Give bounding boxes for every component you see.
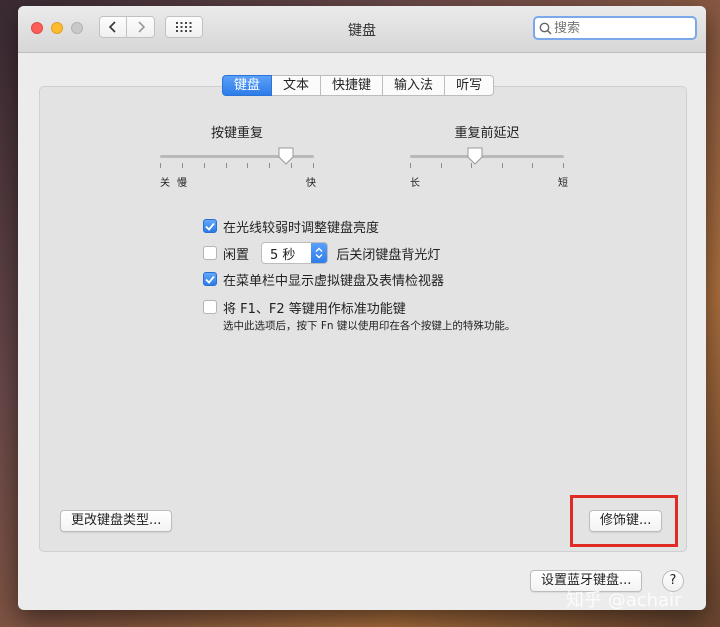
menubar-viewer-label: 在菜单栏中显示虚拟键盘及表情检视器	[223, 273, 445, 289]
search-field[interactable]	[533, 16, 697, 40]
repeat-delay-title: 重复前延迟	[454, 126, 520, 141]
tab-shortcuts[interactable]: 快捷键	[321, 75, 384, 96]
slider-tick	[313, 163, 314, 168]
repeat-delay-control: 重复前延迟 长 短	[410, 122, 580, 189]
slider-tick	[226, 163, 227, 168]
brightness-checkbox[interactable]	[203, 219, 217, 233]
slider-tick	[532, 163, 533, 168]
tab-text[interactable]: 文本	[272, 75, 322, 96]
keyboard-preferences-window: 键盘 键盘 文本 快捷键 输入法 听写 按键重复 关 慢 快 重复前延迟 长 短	[18, 6, 706, 610]
repeat-delay-short-label: 短	[558, 178, 568, 189]
idle-backlight-option: 闲置 5 秒 后关闭键盘背光灯	[203, 242, 441, 264]
repeat-delay-ticks	[410, 163, 564, 169]
key-repeat-slow-label: 慢	[177, 178, 187, 189]
function-keys-label: 将 F1、F2 等键用作标准功能键	[223, 301, 406, 317]
search-icon	[539, 22, 552, 35]
slider-tick	[160, 163, 161, 168]
menubar-viewer-option[interactable]: 在菜单栏中显示虚拟键盘及表情检视器	[203, 270, 445, 289]
function-keys-checkbox[interactable]	[203, 300, 217, 314]
slider-tick	[247, 163, 248, 168]
brightness-option[interactable]: 在光线较弱时调整键盘亮度	[203, 217, 380, 236]
change-keyboard-type-button[interactable]: 更改键盘类型...	[60, 510, 173, 532]
key-repeat-slider-thumb[interactable]	[278, 147, 294, 165]
tab-bar: 键盘 文本 快捷键 输入法 听写	[222, 75, 495, 97]
slider-tick	[410, 163, 411, 168]
slider-tick	[441, 163, 442, 168]
checkmark-icon	[205, 275, 215, 284]
function-keys-note: 选中此选项后，按下 Fn 键以使用印在各个按键上的特殊功能。	[223, 320, 516, 332]
key-repeat-off-label: 关	[160, 178, 170, 189]
key-repeat-fast-label: 快	[306, 178, 316, 189]
slider-thumb-icon	[467, 147, 483, 165]
idle-suffix-label: 后关闭键盘背光灯	[336, 247, 441, 263]
idle-duration-popup[interactable]: 5 秒	[261, 242, 329, 264]
updown-arrows-icon	[311, 243, 328, 263]
tab-dictation[interactable]: 听写	[445, 75, 495, 96]
checkmark-icon	[205, 222, 215, 231]
idle-label: 闲置	[223, 247, 250, 263]
title-bar: 键盘	[18, 6, 706, 53]
red-highlight-box	[570, 495, 678, 547]
repeat-delay-long-label: 长	[410, 178, 420, 189]
watermark: 知乎 @achair	[566, 590, 682, 611]
slider-tick	[269, 163, 270, 168]
brightness-label: 在光线较弱时调整键盘亮度	[223, 220, 380, 236]
key-repeat-title: 按键重复	[210, 126, 263, 141]
tab-keyboard[interactable]: 键盘	[222, 75, 273, 96]
search-input[interactable]	[552, 20, 684, 36]
repeat-delay-track[interactable]	[410, 155, 564, 158]
idle-backlight-checkbox[interactable]	[203, 246, 217, 260]
key-repeat-control: 按键重复 关 慢 快	[160, 122, 330, 189]
repeat-delay-slider-thumb[interactable]	[467, 147, 483, 165]
idle-duration-value: 5 秒	[270, 247, 296, 263]
function-keys-option[interactable]: 将 F1、F2 等键用作标准功能键	[203, 298, 406, 317]
slider-tick	[502, 163, 503, 168]
slider-tick	[563, 163, 564, 168]
menubar-viewer-checkbox[interactable]	[203, 272, 217, 286]
slider-tick	[204, 163, 205, 168]
tab-input-sources[interactable]: 输入法	[383, 75, 446, 96]
slider-thumb-icon	[278, 147, 294, 165]
slider-tick	[182, 163, 183, 168]
